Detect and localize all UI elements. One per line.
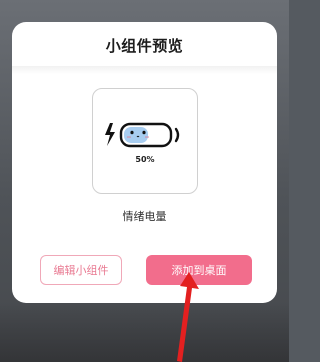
widget-preview-dialog: 小组件预览 50% 情绪电量 编辑小组件 添加到桌面	[12, 22, 277, 303]
widget-name: 情绪电量	[122, 210, 167, 223]
lightning-icon	[105, 123, 115, 146]
header-divider	[12, 66, 277, 74]
red-pointer-arrow-icon	[177, 272, 199, 362]
widget-preview-card: 50%	[92, 88, 198, 194]
emotion-battery-icon	[105, 122, 180, 148]
dialog-title: 小组件预览	[105, 37, 184, 55]
battery-percent-label: 50%	[135, 155, 155, 164]
edit-widget-button[interactable]: 编辑小组件	[40, 255, 122, 285]
background-content	[0, 302, 289, 362]
